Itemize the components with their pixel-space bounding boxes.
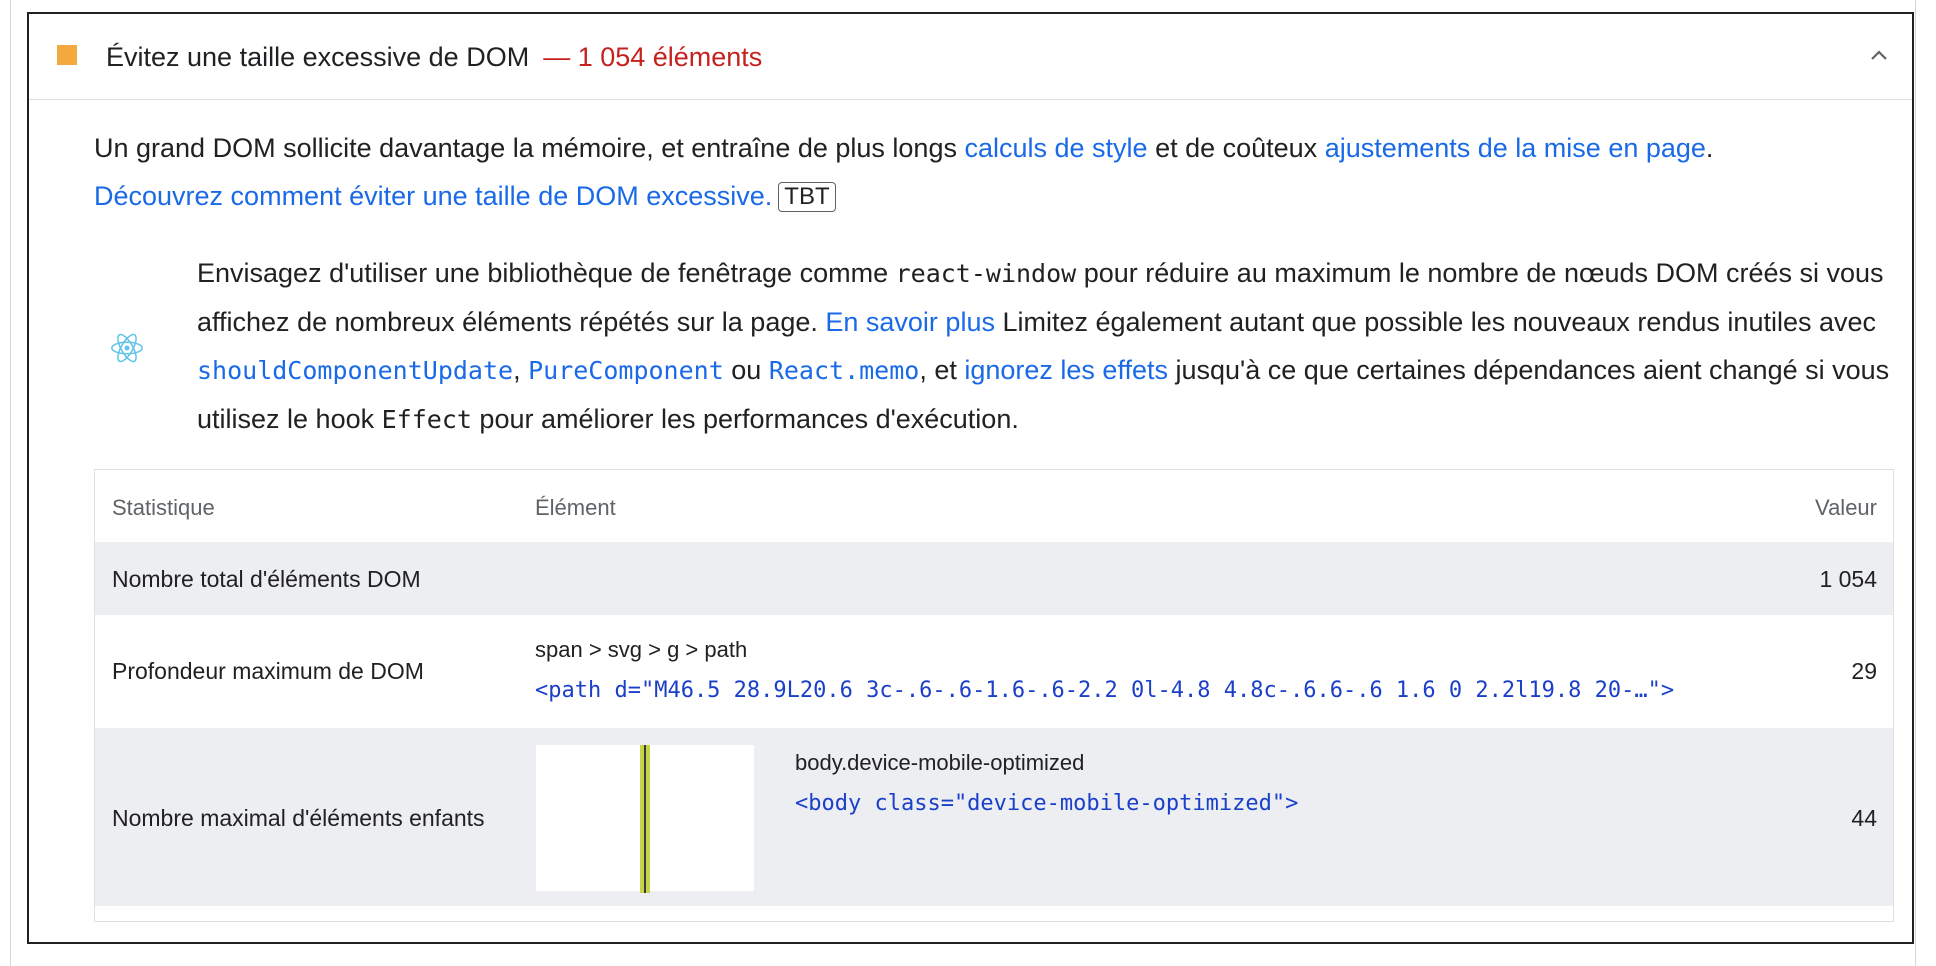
- node-selector: span > svg > g > path: [535, 637, 748, 662]
- row-stat-label: Nombre maximal d'éléments enfants: [112, 805, 485, 831]
- link-pure-component[interactable]: PureComponent: [528, 356, 724, 385]
- link-should-component-update[interactable]: shouldComponentUpdate: [197, 356, 513, 385]
- stack-pack-text: Envisagez d'utiliser une bibliothèque de…: [197, 249, 1907, 444]
- row-stat-label: Nombre total d'éléments DOM: [112, 566, 421, 592]
- link-learn-more-dom-size[interactable]: Découvrez comment éviter une taille de D…: [94, 181, 772, 211]
- node-snippet[interactable]: <path d="M46.5 28.9L20.6 3c-.6-.6-1.6-.6…: [535, 678, 1674, 703]
- link-ignorez-les-effets[interactable]: ignorez les effets: [964, 355, 1168, 385]
- audit-display-value: — 1 054 éléments: [543, 42, 763, 72]
- audit-title: Évitez une taille excessive de DOM: [106, 42, 530, 72]
- link-en-savoir-plus[interactable]: En savoir plus: [825, 307, 995, 337]
- stack-text-1: Envisagez d'utiliser une bibliothèque de…: [197, 258, 896, 288]
- audit-header[interactable]: Évitez une taille excessive de DOM — 1 05…: [29, 14, 1912, 100]
- stack-text-8: pour améliorer les performances d'exécut…: [471, 404, 1019, 434]
- stack-text-4: ,: [513, 355, 529, 385]
- thumbnail-page-content: [644, 745, 646, 893]
- link-style-calculations[interactable]: calculs de style: [964, 133, 1147, 163]
- row-stat-label: Profondeur maximum de DOM: [112, 658, 424, 684]
- desc-text-2: et de coûteux: [1147, 133, 1325, 163]
- code-react-window: react-window: [895, 259, 1077, 288]
- audit-panel: Évitez une taille excessive de DOM — 1 05…: [27, 12, 1914, 944]
- row-value: 1 054: [1819, 566, 1877, 592]
- desc-text-3: .: [1705, 133, 1714, 163]
- stack-text-3: Limitez également autant que possible le…: [994, 307, 1877, 337]
- column-header-valeur: Valeur: [1815, 495, 1877, 520]
- table-row: Nombre total d'éléments DOM 1 054: [95, 542, 1893, 615]
- row-value: 44: [1851, 805, 1877, 831]
- details-table: Statistique Élément Valeur Nombre total …: [94, 469, 1894, 922]
- desc-text-1: Un grand DOM sollicite davantage la mémo…: [94, 133, 965, 163]
- link-layout-reflows[interactable]: ajustements de la mise en page: [1325, 133, 1706, 163]
- table-row: Profondeur maximum de DOM span > svg > g…: [95, 615, 1893, 728]
- stack-text-5: ou: [723, 355, 769, 385]
- code-effect: Effect: [381, 405, 472, 434]
- chevron-up-icon[interactable]: [1864, 40, 1894, 70]
- table-header: Statistique Élément Valeur: [95, 470, 1893, 542]
- react-icon: [111, 333, 143, 363]
- column-header-statistique: Statistique: [112, 495, 215, 520]
- node-snippet[interactable]: <body class="device-mobile-optimized">: [795, 791, 1298, 816]
- audit-title-wrap: Évitez une taille excessive de DOM — 1 05…: [106, 41, 762, 73]
- column-header-element: Élément: [535, 495, 616, 520]
- table-row: Nombre maximal d'éléments enfants body.d…: [95, 728, 1893, 906]
- average-status-icon: [57, 45, 77, 65]
- stack-text-6: , et: [919, 355, 965, 385]
- stack-pack-react: Envisagez d'utiliser une bibliothèque de…: [93, 249, 1913, 449]
- metric-badge-tbt: TBT: [778, 182, 836, 212]
- audit-description: Un grand DOM sollicite davantage la mémo…: [94, 124, 1874, 220]
- link-react-memo[interactable]: React.memo: [769, 356, 920, 385]
- row-value: 29: [1851, 658, 1877, 684]
- element-screenshot-thumbnail[interactable]: [535, 744, 755, 893]
- node-selector: body.device-mobile-optimized: [795, 750, 1085, 775]
